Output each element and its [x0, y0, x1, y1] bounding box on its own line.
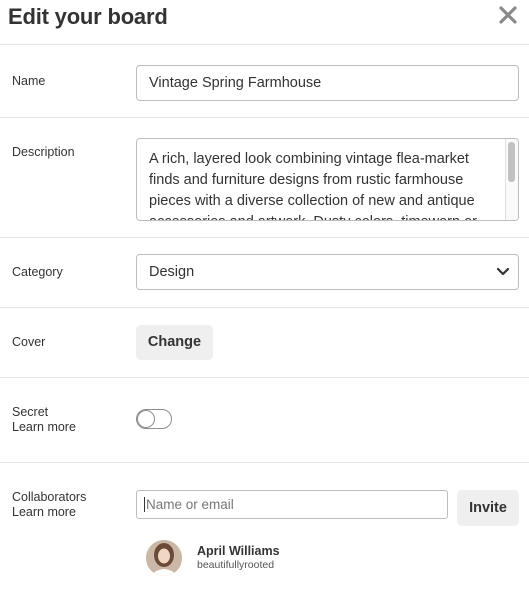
- secret-label-group: Secret Learn more: [12, 405, 76, 435]
- avatar[interactable]: [146, 540, 182, 576]
- category-row: Category Design: [0, 238, 529, 308]
- secret-row: Secret Learn more: [0, 378, 529, 463]
- close-icon[interactable]: [497, 4, 519, 26]
- name-row: Name Vintage Spring Farmhouse: [0, 45, 529, 118]
- description-line: A rich, layered look combining vintage f…: [149, 151, 469, 167]
- collaborators-learn-more-link[interactable]: Learn more: [12, 505, 86, 520]
- cover-label: Cover: [12, 335, 46, 349]
- description-row: Description A rich, layered look combini…: [0, 118, 529, 238]
- dialog-header: Edit your board: [0, 0, 529, 45]
- change-cover-button[interactable]: Change: [136, 325, 213, 360]
- description-text: A rich, layered look combining vintage f…: [149, 149, 489, 220]
- chevron-down-icon: [496, 267, 510, 276]
- description-line: accessories and artwork. Dusty colors, t…: [149, 212, 489, 220]
- category-selected-value: Design: [149, 264, 195, 280]
- collaborator-search-input[interactable]: Name or email: [136, 490, 448, 519]
- secret-toggle[interactable]: [136, 409, 172, 429]
- category-label: Category: [12, 265, 63, 279]
- collaborator-handle: beautifullyrooted: [197, 559, 275, 571]
- description-line: pieces with a diverse collection of new …: [149, 193, 475, 209]
- cover-row: Cover Change: [0, 308, 529, 378]
- text-caret: [144, 497, 145, 512]
- category-select[interactable]: Design: [136, 254, 519, 290]
- board-name-input[interactable]: Vintage Spring Farmhouse: [136, 65, 519, 101]
- toggle-knob: [137, 410, 155, 428]
- dialog-title: Edit your board: [8, 4, 168, 29]
- description-label: Description: [12, 145, 75, 159]
- secret-label: Secret: [12, 405, 49, 419]
- description-line: finds and furniture designs from rustic …: [149, 172, 464, 188]
- description-textarea[interactable]: A rich, layered look combining vintage f…: [136, 138, 519, 221]
- name-label: Name: [12, 74, 46, 88]
- invite-button[interactable]: Invite: [457, 490, 519, 526]
- collaborators-label: Collaborators: [12, 490, 87, 504]
- description-scrollbar[interactable]: [505, 139, 518, 220]
- collaborator-input-placeholder: Name or email: [146, 497, 234, 512]
- scrollbar-thumb[interactable]: [508, 142, 515, 182]
- secret-learn-more-link[interactable]: Learn more: [12, 420, 76, 435]
- collaborator-name: April Williams: [197, 544, 280, 558]
- collaborators-label-group: Collaborators Learn more: [12, 490, 86, 520]
